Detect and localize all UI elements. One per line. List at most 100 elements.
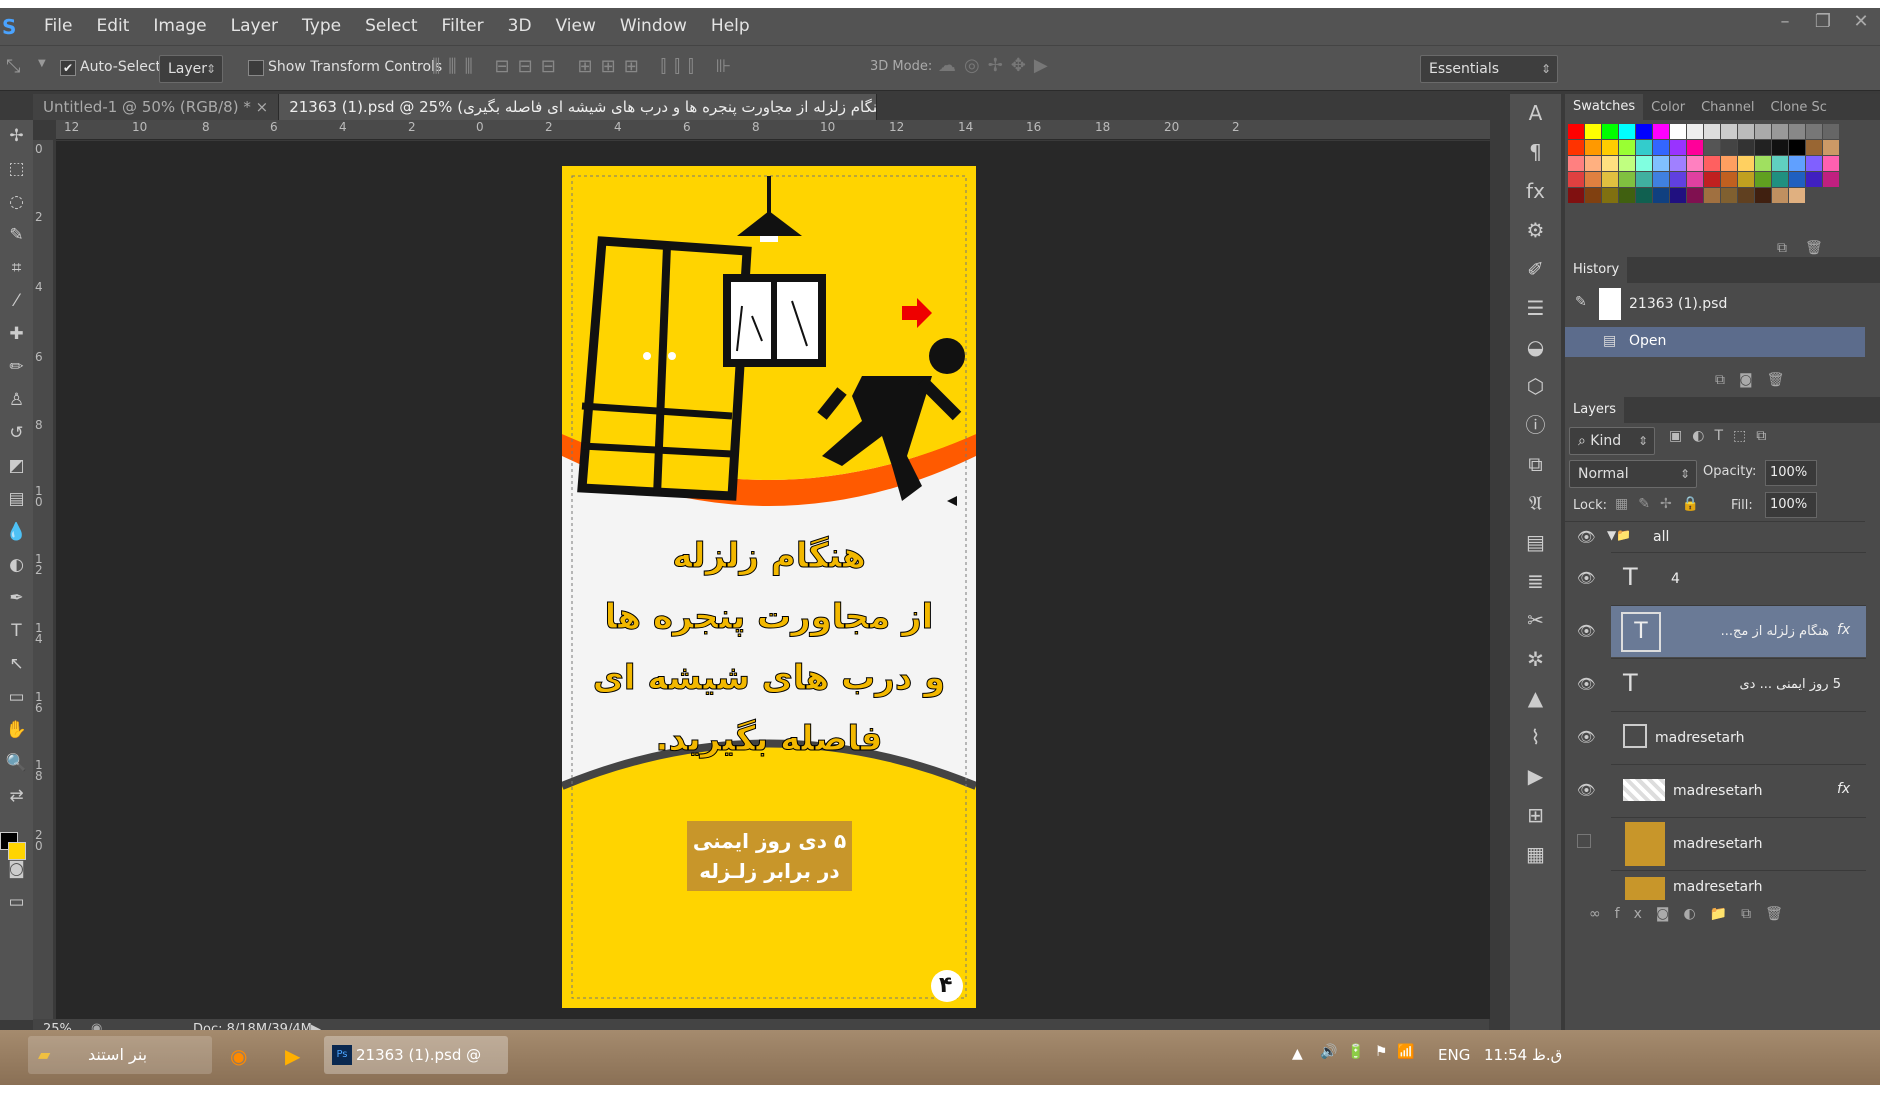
blend-mode-select[interactable]: Normal [1569, 460, 1697, 488]
tool-presets-icon[interactable]: ✂ [1510, 601, 1561, 640]
tab-swatches[interactable]: Swatches [1565, 94, 1644, 120]
history-brush-source-icon[interactable]: ✎ [1575, 294, 1587, 310]
background-color-swatch[interactable] [8, 842, 26, 860]
swatch[interactable] [1704, 140, 1720, 155]
fill-input[interactable]: 100% [1765, 492, 1817, 518]
swatch[interactable] [1653, 188, 1669, 203]
tool-preset-arrow-icon[interactable]: ▼ [38, 58, 46, 69]
layer-kind-filter[interactable]: ⌕ Kind [1569, 427, 1655, 455]
swatch[interactable] [1636, 140, 1652, 155]
zoom-level[interactable]: 25% [43, 1022, 72, 1030]
document-artwork[interactable]: هنگام زلزله از مجاورت پنجره ها و درب های… [562, 166, 976, 1008]
swatch[interactable] [1823, 172, 1839, 187]
paragraph-panel-icon[interactable]: ¶ [1510, 133, 1561, 172]
restore-button[interactable]: ❐ [1804, 8, 1842, 38]
layer-row[interactable]: 👁 madresetarh [1577, 711, 1866, 763]
firefox-icon[interactable]: ◉ [230, 1044, 247, 1068]
tab-active-document[interactable]: 21363 (1).psd @ 25% (هنگام زلزله از مجاو… [279, 94, 878, 120]
menu-help[interactable]: Help [699, 8, 762, 45]
swatch[interactable] [1755, 140, 1771, 155]
layer-row[interactable]: 👁 madresetarh [1611, 870, 1866, 900]
swatch[interactable] [1789, 156, 1805, 171]
clone-source-icon[interactable]: ⧉ [1510, 445, 1561, 484]
layer-filter-icons[interactable]: ▣◐T⬚⧉ [1669, 428, 1776, 444]
media-player-icon[interactable]: ▶ [285, 1044, 300, 1068]
color-panel-icon[interactable]: ◒ [1510, 328, 1561, 367]
visibility-eye-icon[interactable]: 👁 [1577, 528, 1597, 546]
measurement-icon[interactable]: ▦ [1510, 835, 1561, 874]
swatch[interactable] [1670, 124, 1686, 139]
tab-history[interactable]: History [1565, 257, 1628, 283]
swatch[interactable] [1568, 172, 1584, 187]
3d-panel-icon[interactable]: ⬡ [1510, 367, 1561, 406]
swatch[interactable] [1823, 140, 1839, 155]
marquee-tool-icon[interactable]: ⬚ [0, 153, 33, 186]
swatch[interactable] [1721, 124, 1737, 139]
close-tab-icon[interactable]: × [256, 98, 269, 116]
path-select-tool-icon[interactable]: ↖ [0, 648, 33, 681]
brush-tool-icon[interactable]: ✏ [0, 351, 33, 384]
swatch[interactable] [1704, 156, 1720, 171]
swatch[interactable] [1619, 124, 1635, 139]
paths-panel-icon[interactable]: ⌇ [1510, 718, 1561, 757]
swatch[interactable] [1619, 156, 1635, 171]
crop-tool-icon[interactable]: ⌗ [0, 252, 33, 285]
swatch[interactable] [1602, 188, 1618, 203]
swatch[interactable] [1585, 140, 1601, 155]
swatch[interactable] [1636, 172, 1652, 187]
visibility-toggle-hidden[interactable] [1577, 834, 1591, 848]
tab-layers[interactable]: Layers [1565, 397, 1625, 423]
taskbar-photoshop-item[interactable]: Ps 21363 (1).psd @ 25% ... [324, 1036, 508, 1102]
swatch[interactable] [1687, 140, 1703, 155]
align-icons[interactable]: ⫼⫼⫼ ⊟⊟⊟ ⊞⊞⊞ ⫿⫿⫿ ⊪ [432, 56, 739, 77]
swatch[interactable] [1568, 188, 1584, 203]
swatch[interactable] [1585, 124, 1601, 139]
menu-image[interactable]: Image [141, 8, 218, 45]
swatch[interactable] [1568, 156, 1584, 171]
swatch[interactable] [1772, 156, 1788, 171]
notes-panel-icon[interactable]: ▤ [1510, 523, 1561, 562]
layer-row[interactable]: 👁 T 5 روز ایمنی ... دی [1577, 658, 1866, 710]
screen-mode-icon[interactable]: ▭ [0, 886, 33, 919]
swatch[interactable] [1721, 188, 1737, 203]
swatch[interactable] [1806, 140, 1822, 155]
swatch[interactable] [1585, 188, 1601, 203]
swatch[interactable] [1721, 140, 1737, 155]
auto-select-checkbox[interactable]: ✔ [60, 60, 76, 76]
visibility-eye-icon[interactable]: 👁 [1577, 781, 1597, 799]
layer-group-all[interactable]: 👁 ▼📁 all [1565, 521, 1865, 551]
swatch[interactable] [1687, 124, 1703, 139]
show-transform-controls-checkbox[interactable] [248, 60, 264, 76]
minimize-button[interactable]: – [1766, 8, 1804, 38]
swatch[interactable] [1653, 156, 1669, 171]
swatch[interactable] [1602, 124, 1618, 139]
swatch[interactable] [1704, 188, 1720, 203]
quick-select-tool-icon[interactable]: ✎ [0, 219, 33, 252]
swatch[interactable] [1806, 156, 1822, 171]
eyedropper-tool-icon[interactable]: ⁄ [0, 285, 33, 318]
swatch[interactable] [1636, 124, 1652, 139]
swatch[interactable] [1585, 172, 1601, 187]
tab-untitled[interactable]: Untitled-1 @ 50% (RGB/8) * × [33, 94, 280, 120]
swatch[interactable] [1738, 124, 1754, 139]
menu-layer[interactable]: Layer [219, 8, 290, 45]
swatch[interactable] [1670, 188, 1686, 203]
visibility-eye-icon[interactable]: 👁 [1577, 569, 1597, 587]
swatch[interactable] [1653, 172, 1669, 187]
layers-actions-icons[interactable]: ∞fx◙◐📁⧉🗑 [1589, 906, 1797, 922]
history-actions-icons[interactable]: ⧉◙🗑 [1715, 372, 1798, 388]
info-panel-icon[interactable]: ⓘ [1510, 406, 1561, 445]
close-button[interactable]: ✕ [1842, 8, 1880, 38]
brush-panel-icon[interactable]: ✐ [1510, 250, 1561, 289]
swatch[interactable] [1738, 188, 1754, 203]
healing-tool-icon[interactable]: ✚ [0, 318, 33, 351]
menu-edit[interactable]: Edit [84, 8, 141, 45]
swatch[interactable] [1789, 172, 1805, 187]
auto-select-target-select[interactable]: Layer [159, 55, 223, 83]
swap-colors-icon[interactable]: ⇄ [0, 780, 33, 813]
swatch[interactable] [1823, 156, 1839, 171]
tray-icons[interactable]: 🔊🔋⚑📶 [1320, 1044, 1425, 1060]
fx-badge[interactable]: fx [1837, 622, 1850, 638]
move-tool-icon[interactable]: ⤡ [6, 56, 20, 77]
swatch[interactable] [1636, 188, 1652, 203]
